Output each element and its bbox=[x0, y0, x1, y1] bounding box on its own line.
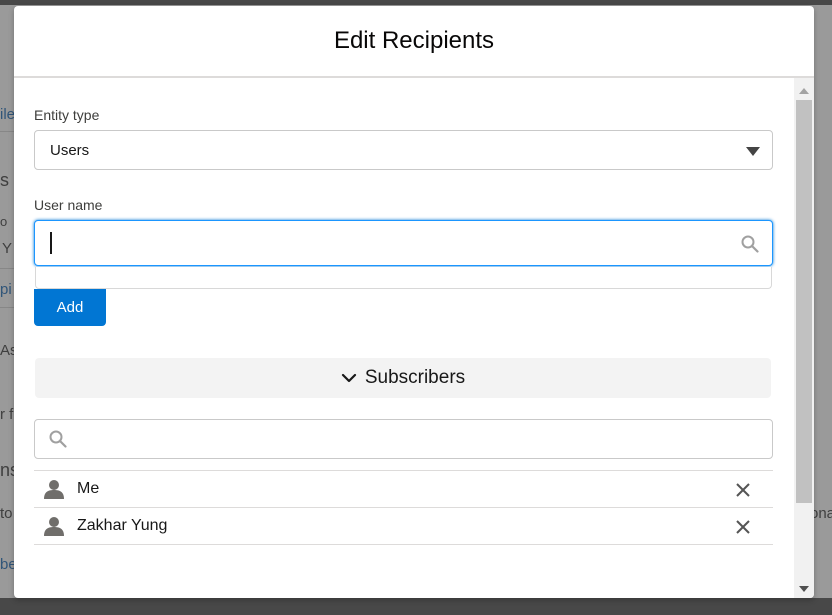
subscriber-name: Me bbox=[77, 480, 100, 497]
modal-scrollbar[interactable] bbox=[794, 78, 814, 598]
close-icon bbox=[736, 483, 750, 497]
subscribers-filter-field[interactable] bbox=[34, 419, 773, 460]
user-name-field[interactable] bbox=[34, 220, 773, 267]
subscribers-filter-input[interactable] bbox=[75, 420, 769, 460]
modal-title: Edit Recipients bbox=[333, 27, 495, 54]
subscribers-list: Me Zakhar Yung bbox=[34, 470, 773, 545]
user-name-label: User name bbox=[34, 197, 103, 213]
user-name-suggestions bbox=[35, 267, 772, 289]
modal-header: Edit Recipients bbox=[14, 6, 814, 78]
entity-type-value: Users bbox=[50, 141, 90, 159]
entity-type-label: Entity type bbox=[34, 107, 100, 123]
user-name-input[interactable] bbox=[35, 221, 742, 267]
subscribers-section-label: Subscribers bbox=[364, 367, 466, 388]
chevron-down-icon bbox=[341, 373, 357, 383]
user-icon bbox=[44, 479, 64, 499]
search-icon bbox=[741, 235, 759, 253]
list-item: Zakhar Yung bbox=[34, 507, 773, 545]
user-icon bbox=[44, 516, 64, 536]
remove-subscriber-button[interactable] bbox=[735, 519, 751, 535]
remove-subscriber-button[interactable] bbox=[735, 482, 751, 498]
text-cursor bbox=[50, 232, 52, 254]
modal-body: Entity type Users User name Add Subscrib… bbox=[14, 78, 794, 598]
edit-recipients-modal: Edit Recipients Entity type Users User n… bbox=[14, 6, 814, 598]
add-button[interactable]: Add bbox=[34, 289, 106, 326]
search-icon bbox=[49, 430, 67, 448]
close-icon bbox=[736, 520, 750, 534]
scroll-down-arrow-icon[interactable] bbox=[799, 586, 809, 592]
caret-down-icon bbox=[746, 147, 760, 156]
subscriber-name: Zakhar Yung bbox=[77, 517, 168, 534]
subscribers-section-toggle[interactable]: Subscribers bbox=[35, 358, 771, 398]
scroll-up-arrow-icon[interactable] bbox=[799, 88, 809, 94]
list-item: Me bbox=[34, 470, 773, 507]
entity-type-select[interactable]: Users bbox=[34, 130, 773, 170]
scrollbar-thumb[interactable] bbox=[796, 100, 812, 503]
